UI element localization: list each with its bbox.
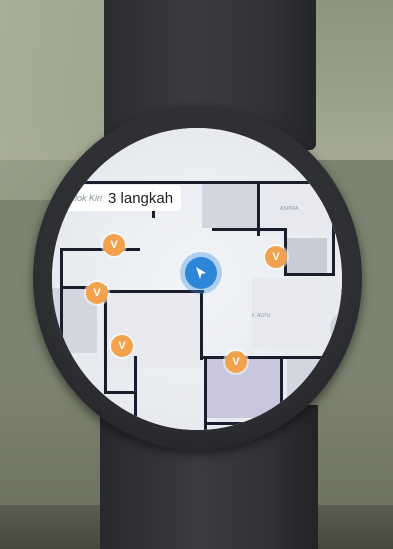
map-wall xyxy=(60,248,140,251)
map-wall xyxy=(212,228,287,231)
map-wall xyxy=(52,181,342,184)
turn-instruction: Belok Kiri xyxy=(64,193,103,203)
map-room xyxy=(287,238,327,273)
poi-marker[interactable]: V xyxy=(111,335,133,357)
floor-plan-map[interactable]: ASPIRA F. ALPU V V V V V xyxy=(52,128,342,430)
map-wall xyxy=(200,290,203,360)
map-wall xyxy=(104,286,107,391)
poi-marker[interactable]: V xyxy=(265,246,287,268)
zoom-in-button[interactable]: + xyxy=(330,311,342,345)
map-room xyxy=(102,293,202,368)
map-wall xyxy=(204,422,282,425)
watch-screen: ASPIRA F. ALPU V V V V V Belok Kiri 3 la… xyxy=(52,128,342,430)
map-wall xyxy=(280,356,283,430)
room-label: F. ALPU xyxy=(252,313,271,319)
step-count: 3 langkah xyxy=(108,189,174,207)
poi-marker[interactable]: V xyxy=(225,351,247,373)
map-wall xyxy=(332,181,335,276)
map-wall xyxy=(134,356,137,416)
room-label: ASPIRA xyxy=(280,206,299,212)
map-room xyxy=(287,358,342,423)
map-wall xyxy=(104,391,134,394)
poi-marker[interactable]: V xyxy=(103,234,125,256)
navigation-arrow-icon xyxy=(196,267,206,279)
direction-banner: Belok Kiri 3 langkah xyxy=(60,185,182,211)
map-wall xyxy=(60,248,63,408)
map-wall xyxy=(200,356,340,359)
map-wall xyxy=(204,356,207,430)
poi-marker[interactable]: V xyxy=(86,282,108,304)
map-wall xyxy=(284,273,334,276)
current-location-icon[interactable] xyxy=(185,257,217,289)
map-room xyxy=(262,183,337,233)
map-room xyxy=(202,183,257,228)
